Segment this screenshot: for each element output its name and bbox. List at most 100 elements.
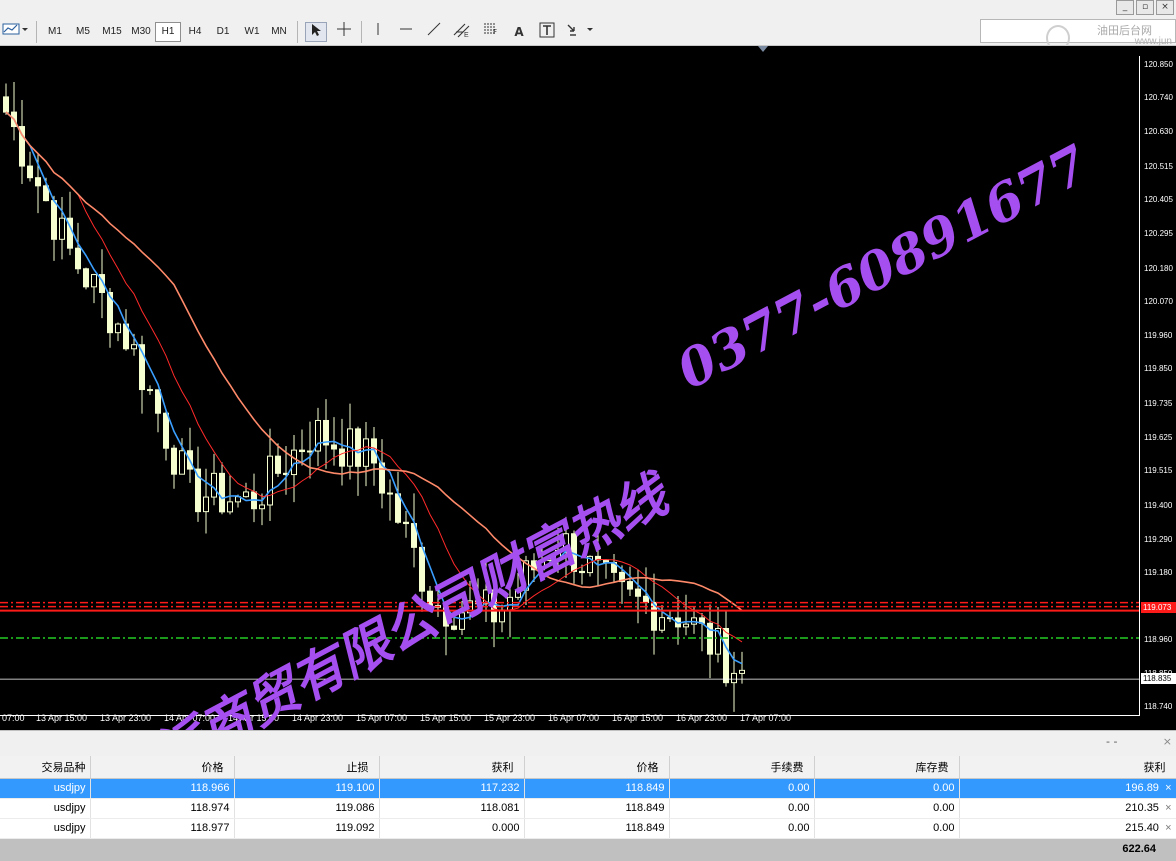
plot-border [0, 56, 1140, 716]
price-tick-label: 120.405 [1144, 195, 1173, 205]
price-tick-label: 119.735 [1144, 399, 1173, 409]
trendline-icon[interactable] [423, 22, 445, 42]
toolbar-separator [36, 21, 37, 43]
toolbar: M1 M5 M15 M30 H1 H4 D1 W1 MN E F A 油田后台网… [0, 17, 1176, 51]
profit-value: 196.89 [1125, 782, 1159, 794]
cell-symbol: usdjpy [0, 778, 91, 799]
cell-symbol: usdjpy [0, 818, 91, 839]
table-row[interactable]: usdjpy 118.974 119.086 118.081 118.849 0… [0, 798, 1176, 819]
price-tick-label: 120.740 [1144, 93, 1173, 103]
cell-profit: 215.40 × [959, 818, 1176, 839]
timeframe-h4[interactable]: H4 [181, 22, 209, 42]
minimize-button[interactable]: _ [1116, 0, 1134, 15]
time-tick-label: 15 Apr 15:00 [420, 713, 472, 723]
price-tick-label: 119.290 [1144, 534, 1173, 544]
timeframe-w1[interactable]: W1 [238, 22, 266, 42]
time-tick-label: 16 Apr 15:00 [612, 713, 664, 723]
timeframe-d1[interactable]: D1 [209, 22, 237, 42]
fibo-label: F [493, 28, 498, 36]
cell-commission: 0.00 [669, 798, 815, 819]
col-swap[interactable]: 库存费 [814, 756, 960, 779]
col-current-price[interactable]: 价格 [524, 756, 670, 779]
cell-commission: 0.00 [669, 818, 815, 839]
price-tick-label: 120.515 [1144, 161, 1173, 171]
text-label-icon[interactable] [536, 22, 558, 42]
profit-value: 210.35 [1125, 802, 1159, 814]
cell-swap: 0.00 [814, 818, 960, 839]
close-position-icon[interactable]: × [1165, 822, 1171, 834]
chart-type-icon[interactable] [0, 22, 30, 42]
price-tick-label: 119.960 [1144, 330, 1173, 340]
price-tick-label: 118.960 [1144, 635, 1173, 645]
close-position-icon[interactable]: × [1165, 782, 1171, 794]
cell-price: 118.974 [90, 798, 235, 819]
timeframe-m15[interactable]: M15 [97, 22, 127, 42]
timeframe-h1[interactable]: H1 [155, 22, 181, 42]
time-tick-label: 07:00 [2, 713, 25, 723]
timeframe-mn[interactable]: MN [265, 22, 293, 42]
cell-profit: 196.89 × [959, 778, 1176, 799]
timeframe-m1[interactable]: M1 [41, 22, 69, 42]
table-row[interactable]: usdjpy 118.966 119.100 117.232 118.849 0… [0, 778, 1176, 799]
arrows-dropdown-icon[interactable] [564, 22, 596, 42]
terminal-close-icon[interactable]: × [1163, 735, 1172, 748]
cell-tp[interactable]: 117.232 [379, 778, 525, 799]
close-button[interactable]: × [1156, 0, 1174, 15]
toolbar-separator [297, 21, 298, 43]
text-tool-icon[interactable]: A [508, 22, 530, 42]
cell-sl[interactable]: 119.092 [234, 818, 380, 839]
fibonacci-icon[interactable]: F [480, 22, 502, 42]
col-profit[interactable]: 获利 [959, 756, 1176, 779]
cursor-icon[interactable] [305, 22, 327, 42]
price-tick-label: 120.180 [1144, 263, 1173, 273]
channel-icon[interactable]: E [451, 22, 473, 42]
col-take-profit[interactable]: 获利 [379, 756, 525, 779]
price-tag-current: 118.835 [1141, 673, 1176, 684]
col-open-price[interactable]: 价格 [90, 756, 235, 779]
svg-text:E: E [464, 32, 469, 38]
time-tick-label: 16 Apr 23:00 [676, 713, 728, 723]
cell-sl[interactable]: 119.100 [234, 778, 380, 799]
price-tick-label: 119.515 [1144, 466, 1173, 476]
cell-tp[interactable]: 118.081 [379, 798, 525, 819]
profit-value: 215.40 [1125, 822, 1159, 834]
cell-current: 118.849 [524, 778, 670, 799]
restore-button[interactable]: ▫ [1136, 0, 1154, 15]
crosshair-icon[interactable] [333, 22, 355, 42]
col-stop-loss[interactable]: 止损 [234, 756, 380, 779]
timeframe-m5[interactable]: M5 [69, 22, 97, 42]
time-tick-label: 14 Apr 07:00 [164, 713, 216, 723]
price-tick-label: 119.400 [1144, 501, 1173, 511]
time-tick-label: 13 Apr 23:00 [100, 713, 152, 723]
resize-handle-icon[interactable]: - - [1106, 735, 1117, 748]
time-tick-label: 16 Apr 07:00 [548, 713, 600, 723]
price-tick-label: 120.850 [1144, 60, 1173, 69]
time-tick-label: 17 Apr 07:00 [740, 713, 792, 723]
total-row: 622.64 [0, 839, 1176, 861]
window-bar: _ ▫ × [0, 0, 1176, 17]
vertical-line-icon[interactable] [367, 22, 389, 42]
price-chart[interactable]: 120.850 120.740 120.630 120.515 120.405 120.2… [0, 46, 1176, 730]
time-tick-label: 13 Apr 15:00 [36, 713, 88, 723]
price-tick-label: 120.295 [1144, 228, 1173, 238]
table-header-row: 交易品种 价格 止损 获利 价格 手续费 库存费 获利 [0, 756, 1176, 779]
cell-tp[interactable]: 0.000 [379, 818, 525, 839]
trades-table: 交易品种 价格 止损 获利 价格 手续费 库存费 获利 usdjpy 118.9… [0, 756, 1176, 839]
close-position-icon[interactable]: × [1165, 802, 1171, 814]
cell-price: 118.966 [90, 778, 235, 799]
timeframe-m30[interactable]: M30 [126, 22, 156, 42]
cell-profit: 210.35 × [959, 798, 1176, 819]
cell-price: 118.977 [90, 818, 235, 839]
time-tick-label: 15 Apr 07:00 [356, 713, 408, 723]
time-tick-label: 14 Apr 23:00 [292, 713, 344, 723]
cell-symbol: usdjpy [0, 798, 91, 819]
table-row[interactable]: usdjpy 118.977 119.092 0.000 118.849 0.0… [0, 818, 1176, 839]
horizontal-line-icon[interactable] [395, 22, 417, 42]
cell-commission: 0.00 [669, 778, 815, 799]
cell-swap: 0.00 [814, 798, 960, 819]
col-symbol[interactable]: 交易品种 [0, 756, 91, 779]
price-tick-label: 118.740 [1144, 702, 1173, 711]
cell-sl[interactable]: 119.086 [234, 798, 380, 819]
price-tag-red: 119.073 [1141, 602, 1176, 613]
col-commission[interactable]: 手续费 [669, 756, 815, 779]
